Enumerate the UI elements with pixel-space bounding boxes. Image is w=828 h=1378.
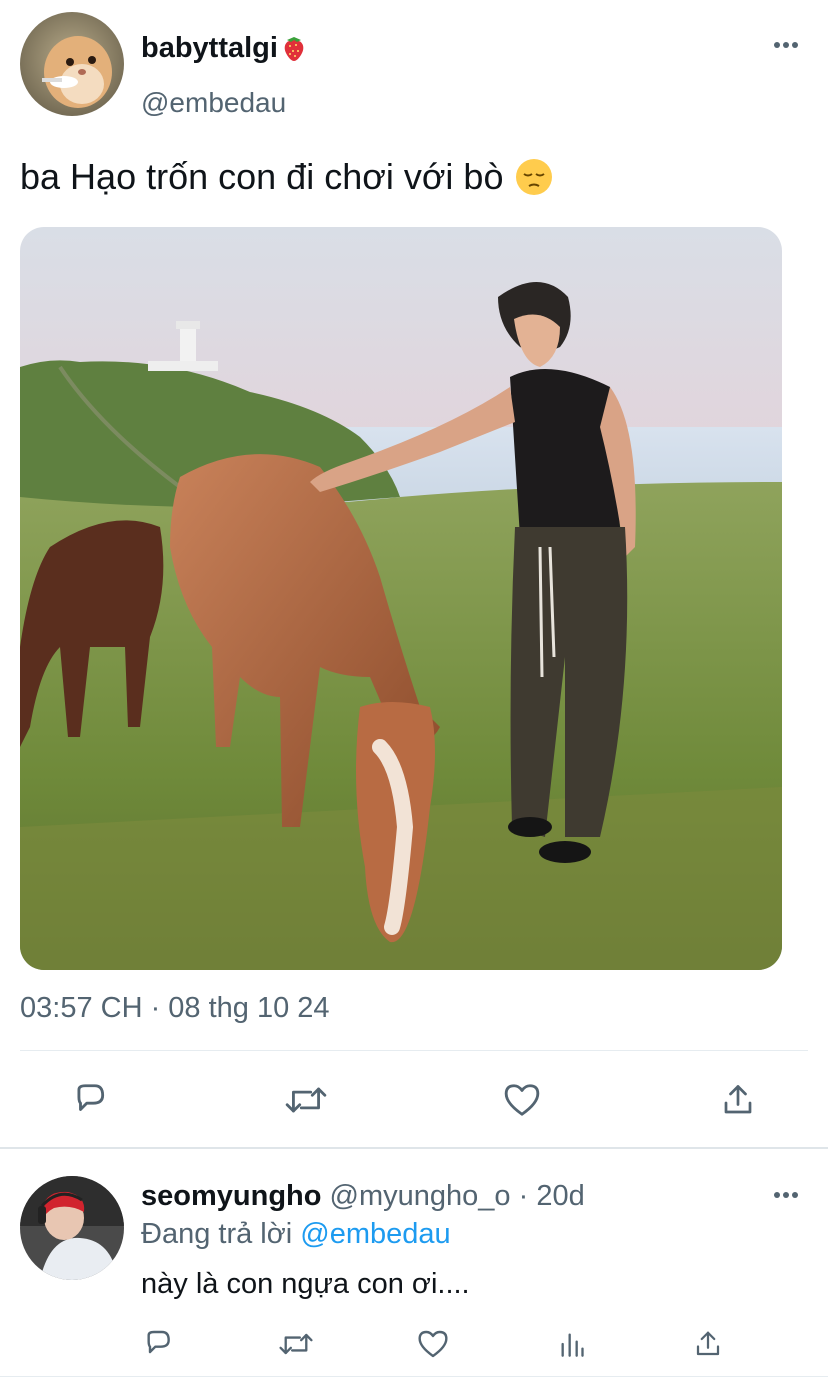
reply-icon[interactable]: [68, 1078, 112, 1122]
tweet-text-content: ba Hạo trốn con đi chơi với bò: [20, 156, 504, 197]
reply-display-name[interactable]: seomyungho: [141, 1180, 321, 1212]
author-name[interactable]: babyttalgi: [141, 30, 307, 66]
reply-more-options-icon[interactable]: [766, 1180, 806, 1210]
author-handle[interactable]: @embedau: [141, 86, 286, 120]
section-divider: [0, 1147, 828, 1149]
more-options-icon[interactable]: [766, 30, 806, 60]
divider: [20, 1050, 808, 1051]
replying-to: Đang trả lời @embedau: [141, 1216, 451, 1252]
replying-to-prefix: Đang trả lời: [141, 1218, 293, 1250]
strawberry-icon: [281, 34, 307, 62]
replying-to-handle[interactable]: @embedau: [300, 1218, 450, 1250]
tweet-text: ba Hạo trốn con đi chơi với bò: [20, 155, 553, 199]
like-icon[interactable]: [500, 1078, 544, 1122]
reply-reply-icon[interactable]: [140, 1326, 176, 1362]
tweet-media-photo[interactable]: [20, 227, 782, 970]
pensive-face-icon: [515, 158, 553, 196]
tweet-timestamp[interactable]: 03:57 CH · 08 thg 10 24: [20, 990, 330, 1026]
reply-like-icon[interactable]: [415, 1326, 451, 1362]
author-avatar[interactable]: [20, 12, 124, 116]
reply-separator: ·: [510, 1180, 537, 1212]
retweet-icon[interactable]: [282, 1078, 330, 1122]
bottom-divider: [0, 1376, 828, 1377]
reply-avatar[interactable]: [20, 1176, 124, 1280]
reply-text: này là con ngựa con ơi....: [141, 1268, 470, 1300]
reply-share-icon[interactable]: [690, 1326, 726, 1362]
share-icon[interactable]: [716, 1078, 760, 1122]
reply-analytics-icon[interactable]: [554, 1326, 590, 1362]
reply-handle[interactable]: @myungho_o: [330, 1180, 511, 1212]
reply-header: seomyungho @myungho_o · 20d: [141, 1178, 585, 1214]
reply-time[interactable]: 20d: [536, 1180, 584, 1212]
author-display-name: babyttalgi: [141, 32, 278, 64]
reply-retweet-icon[interactable]: [276, 1326, 316, 1362]
